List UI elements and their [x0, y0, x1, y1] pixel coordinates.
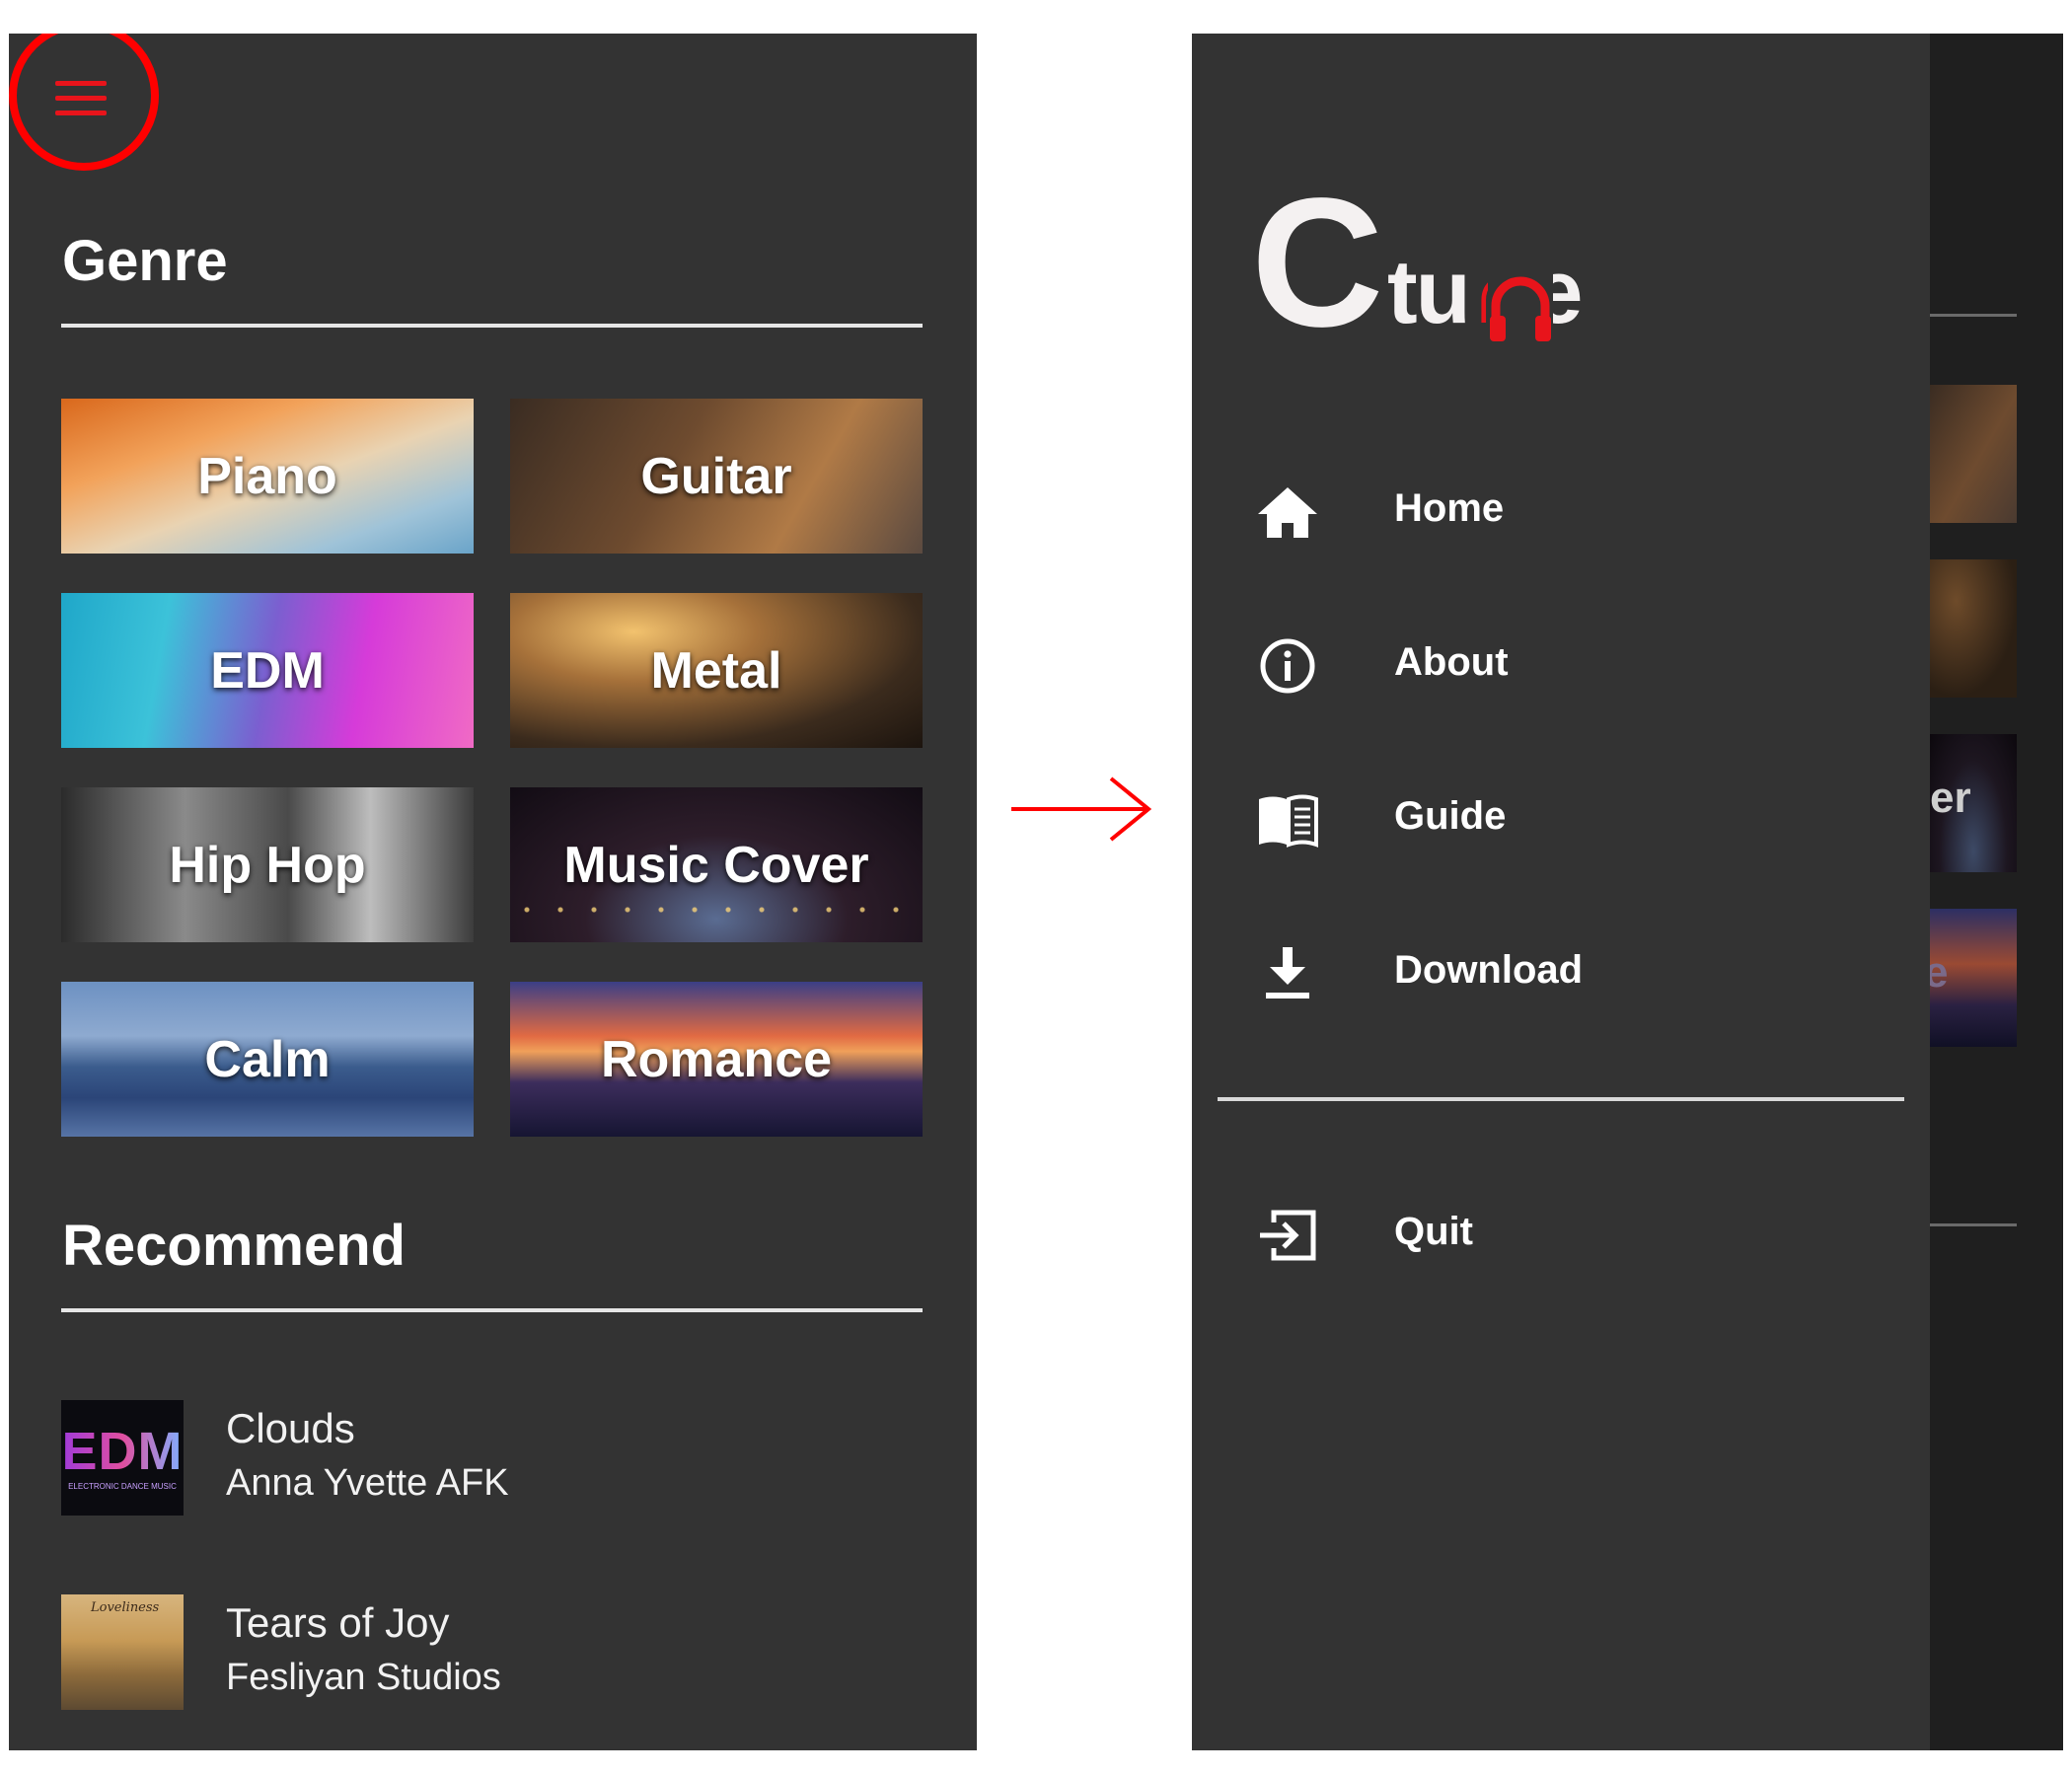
album-art-text: Loveliness	[91, 1600, 160, 1615]
genre-tile-edm[interactable]: EDM	[61, 593, 474, 748]
backdrop-partial-label: er	[1930, 774, 1971, 822]
hamburger-menu-icon	[55, 81, 107, 116]
song-artist: Fesliyan Studios	[226, 1657, 501, 1698]
genre-tile-label: Romance	[600, 1030, 833, 1088]
drawer-item-label: Download	[1394, 948, 1584, 992]
drawer-item-guide[interactable]: Guide	[1192, 770, 1930, 868]
genre-tile-label: Calm	[204, 1030, 331, 1088]
drawer-item-download[interactable]: Download	[1192, 924, 1930, 1022]
album-art-subtext: ELECTRONIC DANCE MUSIC	[68, 1482, 177, 1491]
home-screen: Genre Piano Guitar EDM Metal Hip Hop Mus…	[9, 34, 977, 1750]
genre-tile-music-cover[interactable]: Music Cover	[510, 787, 923, 942]
ctune-logo: C tu∩e	[1251, 172, 1626, 355]
home-icon	[1258, 487, 1317, 538]
album-art-text: EDM	[61, 1422, 184, 1481]
drawer-open-screen: er e C tu∩e Home	[1192, 34, 2063, 1750]
exit-icon	[1260, 1210, 1316, 1261]
stage-lights-decoration	[510, 904, 923, 916]
drawer-item-label: Guide	[1394, 794, 1507, 838]
genre-tile-hip-hop[interactable]: Hip Hop	[61, 787, 474, 942]
genre-tile-label: Hip Hop	[169, 836, 366, 894]
song-title: Clouds	[226, 1405, 355, 1451]
song-title: Tears of Joy	[226, 1599, 450, 1646]
genre-tile-label: EDM	[210, 641, 325, 700]
genre-tile-label: Guitar	[640, 447, 792, 505]
genre-divider	[61, 324, 923, 328]
backdrop-tile	[1930, 559, 2017, 698]
headphones-icon	[1488, 272, 1553, 343]
backdrop-tile	[1930, 385, 2017, 523]
song-list-item[interactable]: Loveliness Tears of Joy Fesliyan Studios	[61, 1594, 923, 1723]
genre-tile-label: Music Cover	[563, 836, 869, 894]
genre-tile-label: Piano	[197, 447, 337, 505]
genre-tile-guitar[interactable]: Guitar	[510, 399, 923, 554]
drawer-item-home[interactable]: Home	[1192, 462, 1930, 560]
book-icon	[1259, 794, 1318, 848]
backdrop-tile: er	[1930, 734, 2017, 872]
song-artist: Anna Yvette AFK	[226, 1462, 509, 1504]
drawer-item-label: About	[1394, 640, 1509, 684]
transition-arrow-icon	[1011, 777, 1152, 842]
genre-tile-romance[interactable]: Romance	[510, 982, 923, 1137]
genre-tile-metal[interactable]: Metal	[510, 593, 923, 748]
dimmed-home-content[interactable]: er e	[1924, 34, 2063, 1750]
genre-tile-piano[interactable]: Piano	[61, 399, 474, 554]
genre-tile-label: Metal	[650, 641, 782, 700]
drawer-item-about[interactable]: About	[1192, 616, 1930, 714]
backdrop-tile: e	[1924, 909, 2017, 1047]
genre-heading: Genre	[62, 229, 228, 293]
drawer-item-label: Home	[1394, 486, 1505, 530]
drawer-item-quit[interactable]: Quit	[1192, 1185, 1930, 1284]
recommend-heading: Recommend	[62, 1214, 407, 1278]
album-art: Loveliness	[61, 1594, 184, 1710]
recommend-divider	[61, 1308, 923, 1312]
drawer-divider	[1218, 1097, 1904, 1101]
genre-tile-calm[interactable]: Calm	[61, 982, 474, 1137]
hamburger-menu-button[interactable]	[9, 34, 159, 182]
album-art: EDM ELECTRONIC DANCE MUSIC	[61, 1400, 184, 1516]
navigation-drawer: C tu∩e Home About	[1192, 34, 1930, 1750]
backdrop-divider	[1930, 314, 2017, 317]
download-icon	[1266, 947, 1309, 999]
info-icon	[1260, 638, 1315, 694]
song-list-item[interactable]: EDM ELECTRONIC DANCE MUSIC Clouds Anna Y…	[61, 1400, 923, 1528]
backdrop-divider	[1930, 1223, 2017, 1226]
logo-letter-c: C	[1251, 161, 1384, 365]
drawer-item-label: Quit	[1394, 1210, 1473, 1253]
